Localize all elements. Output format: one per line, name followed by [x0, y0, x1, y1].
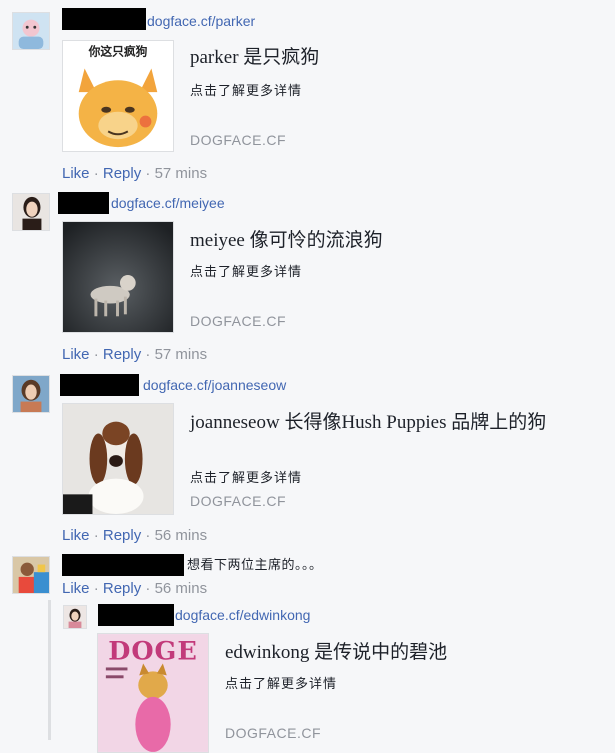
- comment-link[interactable]: dogface.cf/joanneseow: [143, 374, 286, 396]
- comment-actions: Like · Reply · 56 mins: [62, 527, 207, 545]
- card-thumbnail: DOGE: [97, 633, 209, 753]
- commenter-avatar[interactable]: [63, 605, 87, 629]
- timestamp[interactable]: 57 mins: [155, 346, 208, 363]
- like-link[interactable]: Like: [62, 165, 90, 182]
- comment-link[interactable]: dogface.cf/parker: [147, 10, 255, 32]
- card-title: joanneseow 长得像Hush Puppies 品牌上的狗: [190, 412, 547, 433]
- redacted-name: [98, 604, 174, 626]
- card-title: parker 是只疯狗: [190, 47, 320, 68]
- separator: ·: [145, 580, 151, 597]
- like-link[interactable]: Like: [62, 346, 90, 363]
- card-domain: DOGFACE.CF: [190, 313, 287, 329]
- comment: dogface.cf/meiyee meiyee 像可怜的流浪狗 点击了解更多详…: [0, 190, 615, 370]
- like-link[interactable]: Like: [62, 527, 90, 544]
- commenter-avatar[interactable]: [12, 556, 50, 594]
- redacted-name: [62, 554, 184, 576]
- separator: ·: [93, 580, 99, 597]
- reply-link[interactable]: Reply: [103, 346, 141, 363]
- commenter-avatar[interactable]: [12, 12, 50, 50]
- timestamp[interactable]: 57 mins: [155, 165, 208, 182]
- link-preview-card[interactable]: joanneseow 长得像Hush Puppies 品牌上的狗 点击了解更多详…: [62, 403, 582, 515]
- reply-link[interactable]: Reply: [103, 527, 141, 544]
- redacted-name: [62, 8, 146, 30]
- card-domain: DOGFACE.CF: [225, 725, 322, 741]
- card-thumbnail: [62, 403, 174, 515]
- card-domain: DOGFACE.CF: [190, 132, 287, 148]
- thumbnail-caption: DOGE: [108, 637, 198, 667]
- separator: ·: [93, 165, 99, 182]
- card-description: 点击了解更多详情: [190, 83, 303, 98]
- comment-link[interactable]: dogface.cf/meiyee: [111, 192, 225, 214]
- reply-comment: dogface.cf/edwinkong DOGE edwinkong 是传说中…: [0, 600, 615, 753]
- card-thumbnail: 你这只疯狗: [62, 40, 174, 152]
- separator: ·: [93, 527, 99, 544]
- redacted-name: [58, 192, 109, 214]
- thumbnail-caption: 你这只疯狗: [88, 45, 148, 59]
- comment-actions: Like · Reply · 57 mins: [62, 346, 207, 364]
- comment: dogface.cf/joanneseow joanneseow 长得像Hush…: [0, 370, 615, 550]
- reply-link[interactable]: Reply: [103, 580, 141, 597]
- comment-link[interactable]: dogface.cf/edwinkong: [175, 604, 310, 626]
- separator: ·: [145, 527, 151, 544]
- card-title: edwinkong 是传说中的碧池: [225, 642, 448, 663]
- timestamp[interactable]: 56 mins: [155, 580, 208, 597]
- comment-actions: Like · Reply · 57 mins: [62, 165, 207, 183]
- commenter-avatar[interactable]: [12, 375, 50, 413]
- card-domain: DOGFACE.CF: [190, 493, 287, 509]
- link-preview-card[interactable]: 你这只疯狗 parker 是只疯狗 点击了解更多详情 DOGFACE.CF: [62, 40, 582, 152]
- separator: ·: [145, 165, 151, 182]
- separator: ·: [93, 346, 99, 363]
- card-thumbnail: [62, 221, 174, 333]
- reply-link[interactable]: Reply: [103, 165, 141, 182]
- link-preview-card[interactable]: DOGE edwinkong 是传说中的碧池 点击了解更多详情 DOGFACE.…: [97, 633, 597, 753]
- separator: ·: [145, 346, 151, 363]
- timestamp[interactable]: 56 mins: [155, 527, 208, 544]
- comment-actions: Like · Reply · 56 mins: [62, 580, 207, 598]
- comment: dogface.cf/parker 你这只疯狗 parker 是只疯狗 点击了解…: [0, 0, 615, 190]
- card-description: 点击了解更多详情: [190, 470, 303, 485]
- card-title: meiyee 像可怜的流浪狗: [190, 230, 383, 251]
- like-link[interactable]: Like: [62, 580, 90, 597]
- card-description: 点击了解更多详情: [225, 676, 338, 691]
- comment-text: 想看下两位主席的。。。: [187, 557, 323, 572]
- redacted-name: [60, 374, 139, 396]
- card-description: 点击了解更多详情: [190, 264, 303, 279]
- comment: 想看下两位主席的。。。 Like · Reply · 56 mins: [0, 550, 615, 600]
- commenter-avatar[interactable]: [12, 193, 50, 231]
- link-preview-card[interactable]: meiyee 像可怜的流浪狗 点击了解更多详情 DOGFACE.CF: [62, 221, 582, 333]
